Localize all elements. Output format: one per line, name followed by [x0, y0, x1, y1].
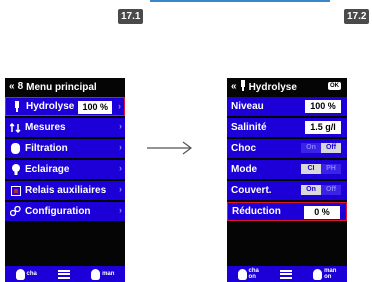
niveau-value: 100 % — [305, 100, 341, 113]
manual-status[interactable]: man on — [313, 268, 336, 280]
menu-item-hydrolyse[interactable]: Hydrolyse 100 % › — [5, 97, 125, 116]
relay-icon — [9, 185, 22, 196]
manual-label: man on — [324, 268, 337, 280]
toggle-option-on[interactable]: On — [301, 143, 321, 153]
mode-toggle[interactable]: CI PH — [301, 164, 341, 174]
main-menu-list: Hydrolyse 100 % › Mesures › Filtration ›… — [5, 97, 125, 223]
screen-header: « 8 Menu principal — [5, 78, 125, 96]
param-niveau[interactable]: Niveau 100 % — [227, 97, 347, 116]
param-label: Niveau — [231, 101, 264, 112]
measures-icon — [9, 122, 22, 133]
chevron-right-icon: › — [119, 163, 122, 173]
back-double-chevron-icon[interactable]: « — [9, 82, 15, 92]
arrow-right-icon — [147, 141, 192, 155]
charge-status[interactable]: cha on — [237, 268, 259, 280]
menu-item-eclairage[interactable]: Eclairage › — [5, 160, 125, 179]
charge-label: cha on — [248, 268, 259, 280]
hydrolyse-params-list: Niveau 100 % Salinité 1.5 g/l Choc On Of… — [227, 97, 347, 223]
chevron-right-icon: › — [119, 205, 122, 215]
step-label-17-1: 17.1 — [118, 9, 144, 24]
param-label: Réduction — [232, 206, 281, 217]
screen-title: Menu principal — [26, 81, 97, 93]
menu-item-label: Configuration — [25, 206, 91, 217]
choc-toggle[interactable]: On Off — [301, 143, 341, 153]
toggle-option-on[interactable]: On — [301, 185, 321, 195]
menu-item-relais-auxiliaires[interactable]: Relais auxiliaires › — [5, 181, 125, 200]
device-screen-main-menu: « 8 Menu principal Hydrolyse 100 % › Mes… — [5, 78, 125, 282]
configuration-icon — [9, 206, 22, 217]
salinite-value: 1.5 g/l — [305, 121, 341, 134]
hydrolyse-level-value: 100 % — [78, 101, 112, 114]
menu-item-filtration[interactable]: Filtration › — [5, 139, 125, 158]
back-double-chevron-icon[interactable]: « — [231, 82, 237, 92]
param-choc[interactable]: Choc On Off — [227, 139, 347, 158]
param-label: Salinité — [231, 122, 267, 133]
chevron-right-icon: › — [118, 101, 121, 111]
settings-icon: 8 — [17, 81, 24, 92]
chevron-right-icon: › — [119, 142, 122, 152]
bulb-icon — [237, 268, 247, 280]
menu-item-configuration[interactable]: Configuration › — [5, 202, 125, 221]
list-menu-icon[interactable] — [57, 269, 70, 279]
bulb-icon — [313, 268, 323, 280]
screen-title: Hydrolyse — [248, 81, 297, 93]
bulb-icon — [91, 268, 101, 280]
couverture-toggle[interactable]: On Off — [301, 185, 341, 195]
lighting-icon — [9, 164, 22, 175]
top-rule — [150, 0, 330, 2]
toggle-option-off[interactable]: Off — [321, 143, 341, 153]
manual-label: man — [102, 271, 115, 277]
reduction-value: 0 % — [304, 206, 340, 219]
charge-status[interactable]: cha — [15, 268, 37, 280]
list-menu-icon[interactable] — [279, 269, 292, 279]
chevron-right-icon: › — [119, 184, 122, 194]
filtration-icon — [9, 143, 22, 154]
step-label-17-2: 17.2 — [344, 9, 370, 24]
param-label: Couvert. — [231, 185, 272, 196]
chevron-right-icon: › — [119, 121, 122, 131]
menu-item-label: Hydrolyse — [26, 101, 75, 112]
param-couverture[interactable]: Couvert. On Off — [227, 181, 347, 200]
device-screen-hydrolyse: « Hydrolyse OK Niveau 100 % Salinité 1.5… — [227, 78, 347, 282]
param-label: Mode — [231, 164, 258, 175]
param-reduction[interactable]: Réduction 0 % — [227, 202, 347, 221]
ok-button[interactable]: OK — [328, 82, 341, 90]
screen-header: « Hydrolyse OK — [227, 78, 347, 96]
param-mode[interactable]: Mode CI PH — [227, 160, 347, 179]
charge-label: cha — [26, 271, 37, 277]
manual-status[interactable]: man — [91, 268, 115, 280]
menu-item-mesures[interactable]: Mesures › — [5, 118, 125, 137]
bottom-status-bar: cha man — [5, 266, 125, 282]
toggle-option-off[interactable]: Off — [321, 185, 341, 195]
hydrolysis-icon — [240, 80, 246, 94]
toggle-option-ph[interactable]: PH — [321, 164, 341, 174]
param-label: Choc — [231, 143, 256, 154]
param-salinite[interactable]: Salinité 1.5 g/l — [227, 118, 347, 137]
bulb-icon — [15, 268, 25, 280]
toggle-option-ci[interactable]: CI — [301, 164, 321, 174]
menu-item-label: Mesures — [25, 122, 66, 133]
menu-item-label: Eclairage — [25, 164, 70, 175]
menu-item-label: Filtration — [25, 143, 68, 154]
hydrolysis-icon — [10, 101, 23, 112]
menu-item-label: Relais auxiliaires — [25, 185, 107, 196]
bottom-status-bar: cha on man on — [227, 266, 347, 282]
